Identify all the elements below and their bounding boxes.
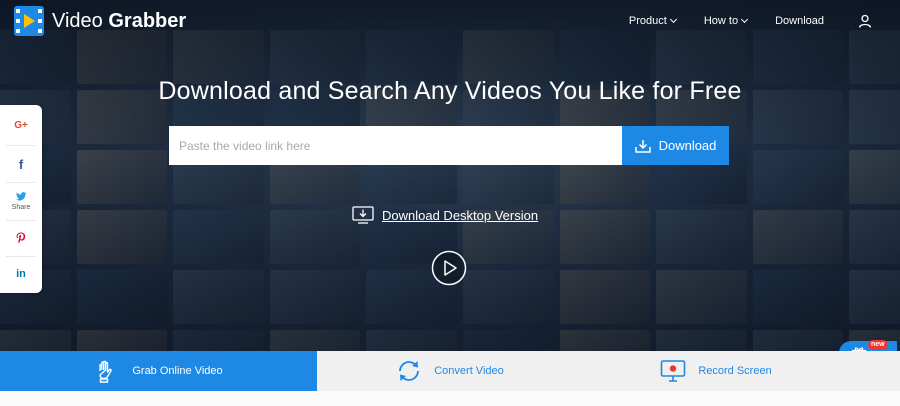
desktop-download-icon	[352, 206, 374, 224]
hero-overlay	[0, 0, 900, 351]
hand-icon	[99, 360, 113, 383]
share-google-plus[interactable]: G+	[0, 111, 42, 141]
tab-bar-filler	[849, 351, 900, 391]
share-facebook[interactable]: f	[0, 149, 42, 179]
site-name-bold: Grabber	[108, 9, 187, 32]
main-nav: Product How to Download	[629, 0, 872, 42]
site-name-regular: Video	[52, 9, 109, 32]
chevron-down-icon	[669, 15, 677, 24]
new-badge: new	[868, 340, 888, 350]
tab-convert-video[interactable]: Convert Video	[317, 351, 583, 391]
share-label: Share	[11, 203, 31, 211]
hero-headline: Download and Search Any Videos You Like …	[158, 77, 742, 105]
google-plus-icon: G+	[14, 120, 28, 131]
logo[interactable]: Video Grabber	[14, 6, 186, 36]
share-linkedin[interactable]: in	[0, 260, 42, 288]
download-button[interactable]: Download	[622, 126, 729, 165]
header: Video Grabber Product How to Download	[0, 0, 900, 42]
nav-product[interactable]: Product	[628, 15, 677, 27]
video-link-input[interactable]	[169, 126, 622, 165]
share-divider	[6, 256, 36, 257]
nav-download-label: Download	[775, 15, 824, 27]
tab-grab-label: Grab Online Video	[132, 365, 223, 377]
nav-how-to-label: How to	[703, 15, 739, 27]
linkedin-icon: in	[16, 267, 26, 280]
tab-record-screen[interactable]: Record Screen	[583, 351, 849, 391]
desktop-link-label: Download Desktop Version	[382, 207, 539, 223]
share-divider	[6, 182, 36, 183]
play-circle-icon[interactable]	[431, 250, 467, 286]
user-icon[interactable]	[858, 14, 872, 28]
twitter-icon	[15, 191, 26, 201]
hero-banner: Video Grabber Product How to Download Do…	[0, 0, 900, 351]
download-desktop-version-link[interactable]: Download Desktop Version	[352, 206, 538, 224]
tab-record-label: Record Screen	[698, 365, 772, 377]
download-button-label: Download	[658, 138, 717, 153]
facebook-icon: f	[18, 156, 24, 172]
share-divider	[6, 220, 36, 221]
tab-grab-online-video[interactable]: Grab Online Video	[0, 351, 317, 391]
nav-how-to[interactable]: How to	[703, 15, 749, 27]
social-share-bar: G+ f Share in	[0, 105, 42, 293]
video-grabber-logo-icon	[14, 6, 44, 36]
download-icon	[634, 139, 651, 153]
share-twitter[interactable]: Share	[0, 186, 42, 216]
tab-convert-label: Convert Video	[434, 365, 504, 377]
chevron-down-icon	[741, 15, 749, 24]
page-content-below	[0, 391, 900, 406]
nav-product-label: Product	[628, 15, 667, 27]
nav-download[interactable]: Download	[775, 15, 824, 27]
convert-arrows-icon	[399, 361, 420, 381]
monitor-record-icon	[661, 360, 686, 382]
share-divider	[6, 145, 36, 146]
site-name: Video Grabber	[52, 10, 186, 33]
feature-tabs: Grab Online Video Convert Video Record S…	[0, 351, 900, 391]
share-pinterest[interactable]	[0, 223, 42, 253]
pinterest-icon	[16, 232, 26, 244]
page: Video Grabber Product How to Download Do…	[0, 0, 900, 406]
video-link-search: Download	[169, 126, 729, 165]
